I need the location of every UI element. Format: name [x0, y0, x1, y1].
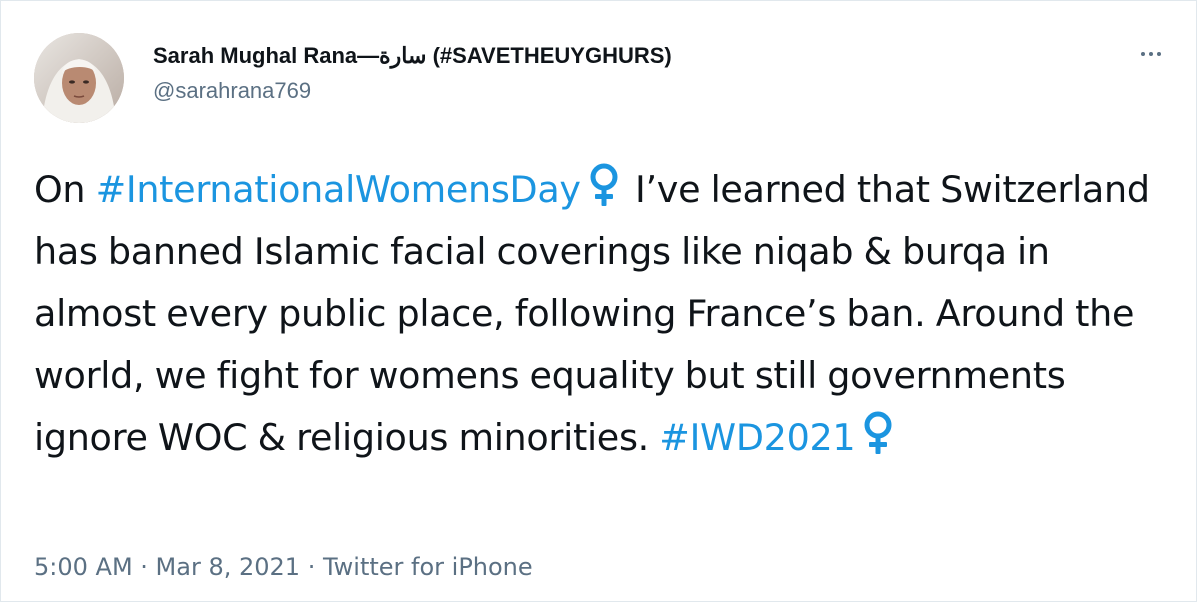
avatar-photo: [34, 33, 124, 123]
hashtag-international-womens-day[interactable]: #InternationalWomensDay: [96, 168, 581, 211]
tweet-card: Sarah Mughal Rana—سارة (#SAVETHEUYGHURS)…: [0, 0, 1197, 602]
hashtag-iwd2021[interactable]: #IWD2021: [659, 416, 855, 459]
tweet-source[interactable]: Twitter for iPhone: [323, 553, 533, 581]
dot: [1157, 52, 1161, 56]
tweet-date[interactable]: Mar 8, 2021: [156, 553, 301, 581]
female-sign-emoji-icon: [864, 411, 892, 454]
female-sign-emoji-icon: [590, 163, 618, 206]
tweet-timestamp[interactable]: 5:00 AM: [34, 553, 133, 581]
tweet-text-part: On: [34, 168, 96, 211]
meta-separator: ·: [300, 553, 323, 581]
dot: [1141, 52, 1145, 56]
dot: [1149, 52, 1153, 56]
author-display-name[interactable]: Sarah Mughal Rana—سارة (#SAVETHEUYGHURS): [153, 43, 672, 69]
tweet-text-part: I’ve learned that Switzerland has banned…: [34, 168, 1150, 459]
avatar[interactable]: [34, 33, 124, 123]
more-options-icon[interactable]: [1136, 39, 1166, 69]
meta-separator: ·: [132, 553, 156, 581]
tweet-text: On #InternationalWomensDay I’ve learned …: [34, 159, 1174, 469]
tweet-metadata: 5:00 AM · Mar 8, 2021 · Twitter for iPho…: [34, 551, 533, 583]
author-handle[interactable]: @sarahrana769: [153, 78, 672, 104]
tweet-author: Sarah Mughal Rana—سارة (#SAVETHEUYGHURS)…: [153, 43, 672, 104]
